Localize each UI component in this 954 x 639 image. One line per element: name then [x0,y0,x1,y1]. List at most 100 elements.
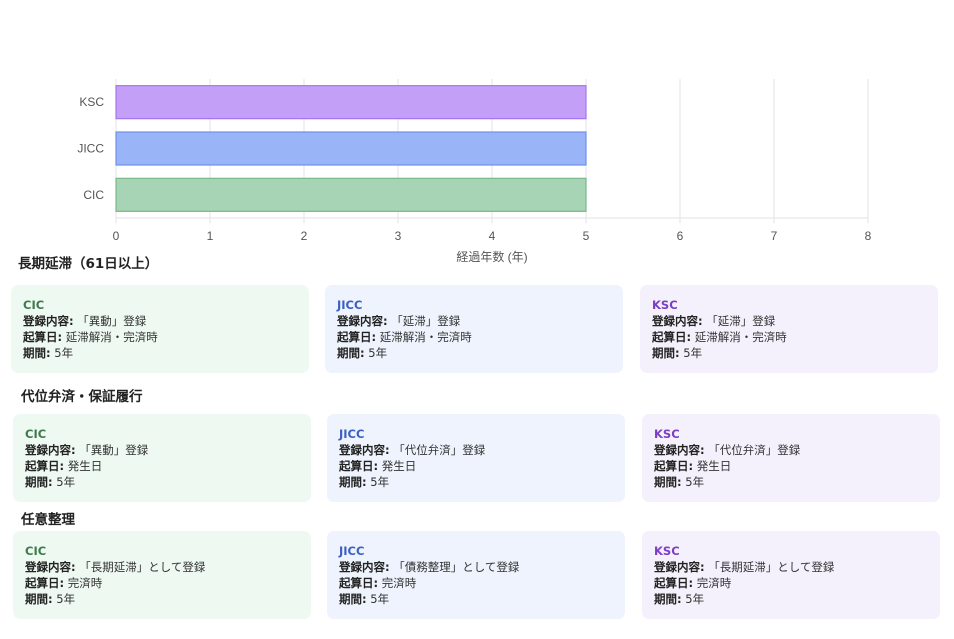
start-date-row: 起算日: 完済時 [25,575,299,591]
x-tick-label: 5 [583,229,590,243]
period-label: 期間: [654,475,682,489]
period-value: 5年 [370,592,390,606]
period-label: 期間: [339,592,367,606]
card-ksc: KSC 登録内容: 「代位弁済」登録 起算日: 発生日 期間: 5年 [642,414,940,502]
agency-name: CIC [25,427,47,441]
x-tick-label: 6 [677,229,684,243]
agency-name: JICC [339,427,365,441]
y-tick-label: JICC [77,142,104,156]
registration-row: 登録内容: 「代位弁済」登録 [339,442,613,458]
x-tick-label: 2 [301,229,308,243]
x-tick-label: 1 [207,229,214,243]
x-tick-label: 3 [395,229,402,243]
start-date-row: 起算日: 延滞解消・完済時 [23,329,297,345]
start-date-label: 起算日: [25,576,65,590]
start-date-label: 起算日: [654,459,694,473]
registration-value: 「異動」登録 [79,443,149,457]
start-date-label: 起算日: [652,330,692,344]
start-date-row: 起算日: 延滞解消・完済時 [337,329,611,345]
agency-name: JICC [337,298,363,312]
period-value: 5年 [685,592,705,606]
registration-value: 「長期延滞」として登録 [708,560,835,574]
section-title-voluntary-settlement: 任意整理 [21,512,75,528]
start-date-label: 起算日: [339,576,379,590]
start-date-value: 発生日 [696,459,732,473]
period-value: 5年 [368,346,388,360]
registration-row: 登録内容: 「異動」登録 [23,313,297,329]
registration-label: 登録内容: [652,314,703,328]
period-row: 期間: 5年 [339,591,613,607]
period-row: 期間: 5年 [652,345,926,361]
agency-name: KSC [652,298,678,312]
card-jicc: JICC 登録内容: 「代位弁済」登録 起算日: 発生日 期間: 5年 [327,414,625,502]
card-cic: CIC 登録内容: 「異動」登録 起算日: 延滞解消・完済時 期間: 5年 [11,285,309,373]
period-row: 期間: 5年 [654,591,928,607]
registration-value: 「延滞」登録 [706,314,776,328]
start-date-label: 起算日: [339,459,379,473]
start-date-value: 完済時 [696,576,732,590]
card-jicc: JICC 登録内容: 「延滞」登録 起算日: 延滞解消・完済時 期間: 5年 [325,285,623,373]
period-row: 期間: 5年 [337,345,611,361]
start-date-value: 発生日 [381,459,417,473]
period-value: 5年 [370,475,390,489]
agency-name: KSC [654,544,680,558]
bar-ksc [115,85,587,120]
start-date-label: 起算日: [654,576,694,590]
start-date-row: 起算日: 延滞解消・完済時 [652,329,926,345]
registration-value: 「延滞」登録 [391,314,461,328]
registration-label: 登録内容: [654,443,705,457]
period-row: 期間: 5年 [23,345,297,361]
x-axis-label: 経過年数 (年) [456,249,527,264]
period-label: 期間: [337,346,365,360]
period-label: 期間: [339,475,367,489]
start-date-value: 延滞解消・完済時 [694,330,787,344]
registration-label: 登録内容: [339,560,390,574]
period-value: 5年 [56,592,76,606]
start-date-value: 完済時 [381,576,417,590]
registration-row: 登録内容: 「異動」登録 [25,442,299,458]
x-tick-label: 8 [865,229,872,243]
registration-value: 「長期延滞」として登録 [79,560,206,574]
registration-label: 登録内容: [25,560,76,574]
period-row: 期間: 5年 [339,474,613,490]
registration-row: 登録内容: 「代位弁済」登録 [654,442,928,458]
registration-row: 登録内容: 「債務整理」として登録 [339,559,613,575]
agency-name: JICC [339,544,365,558]
card-jicc: JICC 登録内容: 「債務整理」として登録 起算日: 完済時 期間: 5年 [327,531,625,619]
card-cic: CIC 登録内容: 「異動」登録 起算日: 発生日 期間: 5年 [13,414,311,502]
period-label: 期間: [25,592,53,606]
start-date-row: 起算日: 完済時 [654,575,928,591]
period-value: 5年 [683,346,703,360]
registration-value: 「代位弁済」登録 [708,443,801,457]
start-date-value: 発生日 [67,459,103,473]
card-ksc: KSC 登録内容: 「延滞」登録 起算日: 延滞解消・完済時 期間: 5年 [640,285,938,373]
start-date-row: 起算日: 発生日 [339,458,613,474]
chart-bars [115,85,587,212]
card-ksc: KSC 登録内容: 「長期延滞」として登録 起算日: 完済時 期間: 5年 [642,531,940,619]
bar-cic [115,177,587,212]
bar-jicc [115,131,587,166]
start-date-row: 起算日: 完済時 [339,575,613,591]
agency-name: CIC [23,298,45,312]
agency-name: KSC [654,427,680,441]
period-value: 5年 [56,475,76,489]
section-title-subrogation: 代位弁済・保証履行 [21,389,143,405]
period-row: 期間: 5年 [25,591,299,607]
registration-row: 登録内容: 「延滞」登録 [652,313,926,329]
registration-label: 登録内容: [339,443,390,457]
agency-name: CIC [25,544,47,558]
section-title-long-delinquency: 長期延滞（61日以上） [18,256,159,272]
registration-row: 登録内容: 「長期延滞」として登録 [25,559,299,575]
y-tick-label: CIC [83,188,104,202]
start-date-value: 完済時 [67,576,103,590]
registration-label: 登録内容: [25,443,76,457]
registration-value: 「代位弁済」登録 [393,443,486,457]
period-label: 期間: [654,592,682,606]
start-date-label: 起算日: [337,330,377,344]
start-date-row: 起算日: 発生日 [25,458,299,474]
period-row: 期間: 5年 [25,474,299,490]
x-tick-label: 0 [113,229,120,243]
start-date-row: 起算日: 発生日 [654,458,928,474]
period-label: 期間: [23,346,51,360]
period-value: 5年 [685,475,705,489]
